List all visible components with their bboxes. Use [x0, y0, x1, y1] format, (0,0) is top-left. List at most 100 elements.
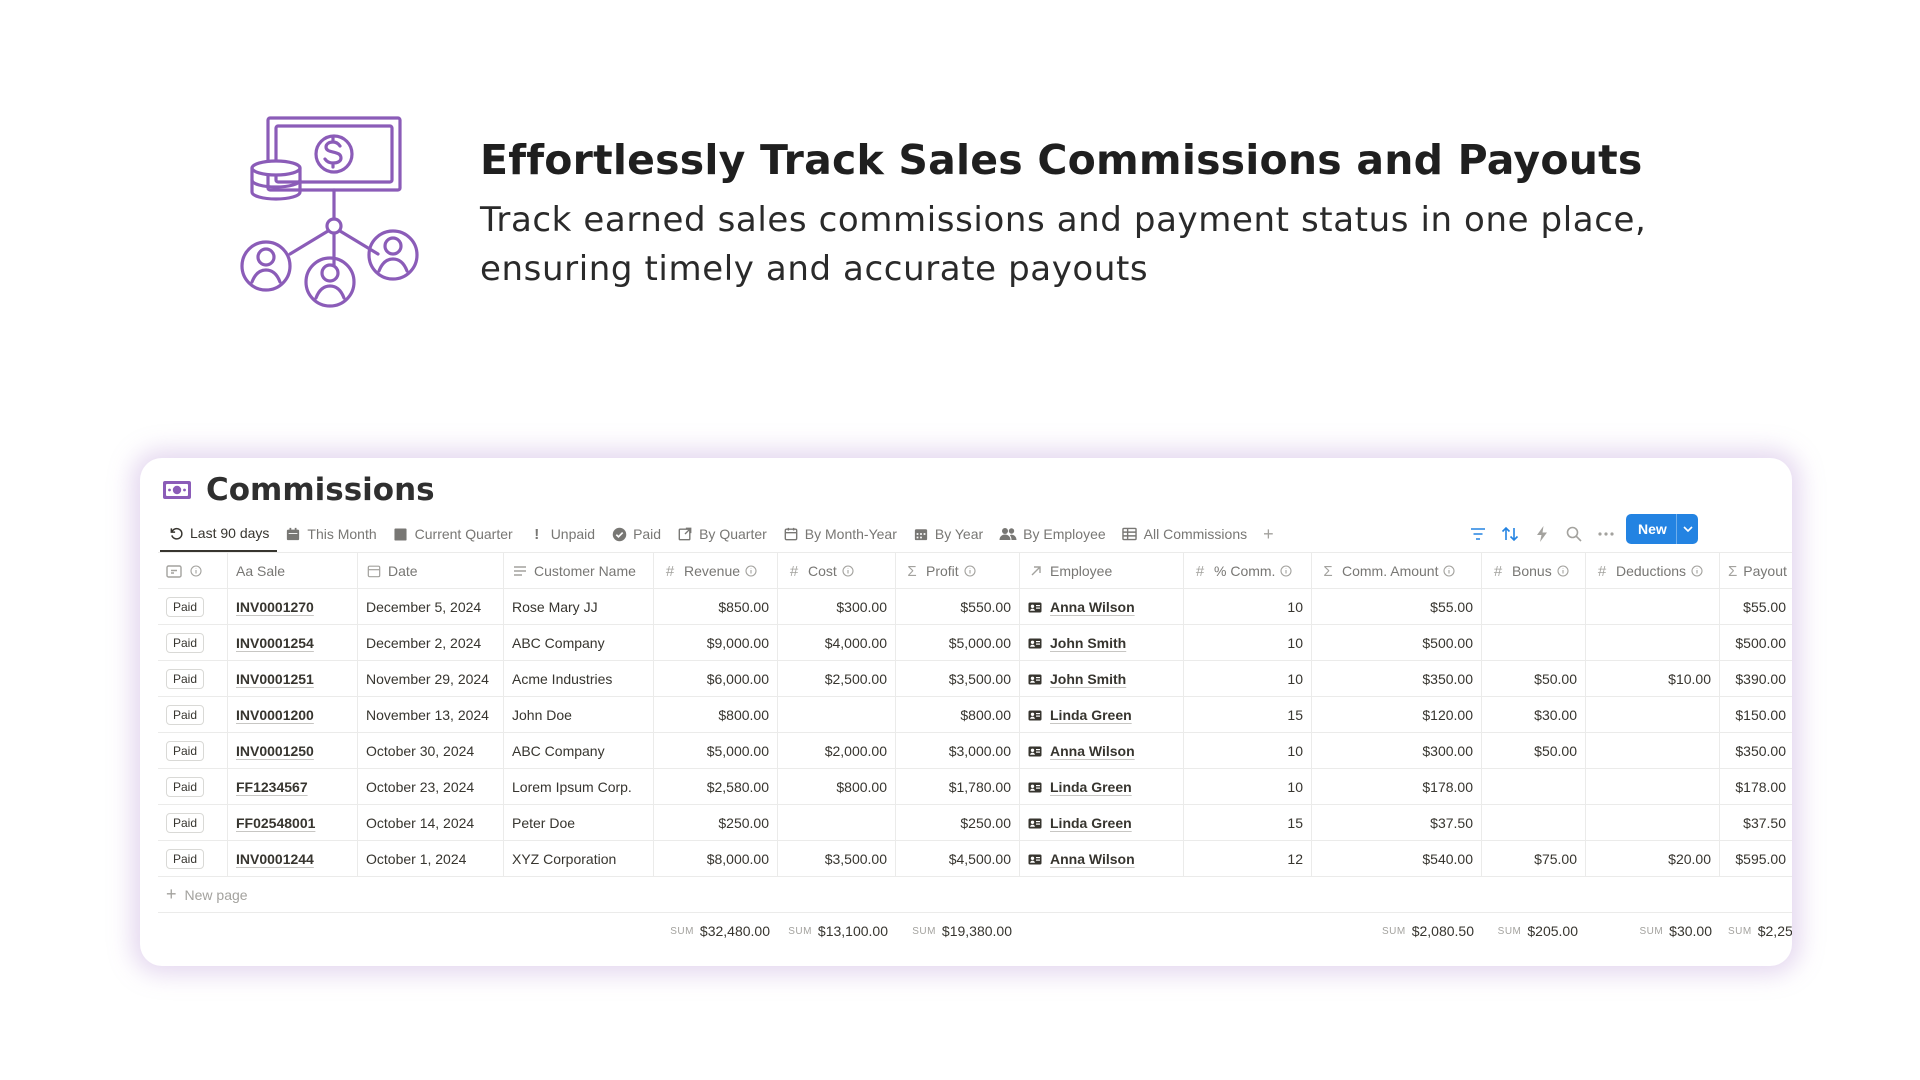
cell-sale[interactable]: FF1234567	[228, 769, 358, 805]
tab-by-year[interactable]: By Year	[905, 516, 991, 552]
cell-employee[interactable]: Anna Wilson	[1020, 841, 1184, 877]
employee-link[interactable]: Anna Wilson	[1028, 743, 1135, 759]
cell-customer[interactable]: ABC Company	[504, 733, 654, 769]
cell-sale[interactable]: INV0001200	[228, 697, 358, 733]
cell-cost[interactable]: $300.00	[778, 589, 896, 625]
cell-date[interactable]: October 1, 2024	[358, 841, 504, 877]
cell-revenue[interactable]: $2,580.00	[654, 769, 778, 805]
tab-current-quarter[interactable]: Current Quarter	[385, 516, 521, 552]
cell-cost[interactable]: $2,000.00	[778, 733, 896, 769]
new-button[interactable]: New	[1626, 514, 1698, 544]
cell-bonus[interactable]: $30.00	[1482, 697, 1586, 733]
cell-employee[interactable]: John Smith	[1020, 625, 1184, 661]
cell-revenue[interactable]: $5,000.00	[654, 733, 778, 769]
cell-payout[interactable]: $350.00	[1720, 733, 1792, 769]
cell-bonus[interactable]: $50.00	[1482, 661, 1586, 697]
cell-sale[interactable]: INV0001251	[228, 661, 358, 697]
employee-link[interactable]: Linda Green	[1028, 815, 1132, 831]
column-header-payout[interactable]: Σ Payout	[1720, 553, 1792, 589]
cell-employee[interactable]: John Smith	[1020, 661, 1184, 697]
cell-date[interactable]: December 2, 2024	[358, 625, 504, 661]
table-row[interactable]: Paid INV0001244 October 1, 2024 XYZ Corpora…	[158, 841, 1792, 877]
column-header-deductions[interactable]: # Deductions	[1586, 553, 1720, 589]
cell-status[interactable]: Paid	[158, 769, 228, 805]
cell-revenue[interactable]: $9,000.00	[654, 625, 778, 661]
table-row[interactable]: Paid INV0001254 December 2, 2024 ABC Compan…	[158, 625, 1792, 661]
cell-cost[interactable]: $800.00	[778, 769, 896, 805]
cell-status[interactable]: Paid	[158, 697, 228, 733]
cell-bonus[interactable]: $75.00	[1482, 841, 1586, 877]
cell-comm[interactable]: $178.00	[1312, 769, 1482, 805]
cell-revenue[interactable]: $850.00	[654, 589, 778, 625]
tab-this-month[interactable]: This Month	[277, 516, 384, 552]
cell-payout[interactable]: $500.00	[1720, 625, 1792, 661]
cell-comm[interactable]: $37.50	[1312, 805, 1482, 841]
cell-deductions[interactable]: $20.00	[1586, 841, 1720, 877]
cell-employee[interactable]: Linda Green	[1020, 769, 1184, 805]
cell-status[interactable]: Paid	[158, 841, 228, 877]
column-header-status[interactable]	[158, 553, 228, 589]
cell-customer[interactable]: Lorem Ipsum Corp.	[504, 769, 654, 805]
cell-sale[interactable]: INV0001270	[228, 589, 358, 625]
cell-deductions[interactable]	[1586, 589, 1720, 625]
cell-revenue[interactable]: $800.00	[654, 697, 778, 733]
cell-pct[interactable]: 10	[1184, 769, 1312, 805]
automation-icon[interactable]	[1526, 520, 1558, 548]
cell-payout[interactable]: $595.00	[1720, 841, 1792, 877]
cell-customer[interactable]: Acme Industries	[504, 661, 654, 697]
cell-revenue[interactable]: $8,000.00	[654, 841, 778, 877]
cell-pct[interactable]: 10	[1184, 625, 1312, 661]
cell-comm[interactable]: $55.00	[1312, 589, 1482, 625]
employee-link[interactable]: John Smith	[1028, 671, 1126, 687]
cell-sale[interactable]: INV0001250	[228, 733, 358, 769]
employee-link[interactable]: Linda Green	[1028, 779, 1132, 795]
cell-sale[interactable]: INV0001244	[228, 841, 358, 877]
cell-status[interactable]: Paid	[158, 733, 228, 769]
cell-employee[interactable]: Anna Wilson	[1020, 589, 1184, 625]
cell-date[interactable]: October 14, 2024	[358, 805, 504, 841]
cell-deductions[interactable]	[1586, 697, 1720, 733]
cell-comm[interactable]: $120.00	[1312, 697, 1482, 733]
cell-employee[interactable]: Linda Green	[1020, 805, 1184, 841]
cell-cost[interactable]: $3,500.00	[778, 841, 896, 877]
cell-date[interactable]: November 13, 2024	[358, 697, 504, 733]
cell-comm[interactable]: $540.00	[1312, 841, 1482, 877]
search-icon[interactable]	[1558, 520, 1590, 548]
cell-cost[interactable]: $2,500.00	[778, 661, 896, 697]
cell-deductions[interactable]: $10.00	[1586, 661, 1720, 697]
cell-employee[interactable]: Linda Green	[1020, 697, 1184, 733]
table-row[interactable]: Paid FF02548001 October 14, 2024 Peter Doe $…	[158, 805, 1792, 841]
cell-date[interactable]: November 29, 2024	[358, 661, 504, 697]
tab-all-commissions[interactable]: All Commissions	[1114, 516, 1255, 552]
cell-profit[interactable]: $250.00	[896, 805, 1020, 841]
cell-revenue[interactable]: $6,000.00	[654, 661, 778, 697]
cell-customer[interactable]: ABC Company	[504, 625, 654, 661]
cell-date[interactable]: October 30, 2024	[358, 733, 504, 769]
cell-customer[interactable]: Rose Mary JJ	[504, 589, 654, 625]
cell-profit[interactable]: $3,500.00	[896, 661, 1020, 697]
cell-profit[interactable]: $3,000.00	[896, 733, 1020, 769]
tab-by-employee[interactable]: By Employee	[991, 516, 1113, 552]
cell-payout[interactable]: $150.00	[1720, 697, 1792, 733]
filter-icon[interactable]	[1462, 520, 1494, 548]
cell-deductions[interactable]	[1586, 805, 1720, 841]
cell-profit[interactable]: $4,500.00	[896, 841, 1020, 877]
cell-profit[interactable]: $550.00	[896, 589, 1020, 625]
column-header-date[interactable]: Date	[358, 553, 504, 589]
column-header-sale[interactable]: Aa Sale	[228, 553, 358, 589]
cell-pct[interactable]: 12	[1184, 841, 1312, 877]
column-header-revenue[interactable]: # Revenue	[654, 553, 778, 589]
column-header-profit[interactable]: Σ Profit	[896, 553, 1020, 589]
cell-deductions[interactable]	[1586, 625, 1720, 661]
cell-cost[interactable]: $4,000.00	[778, 625, 896, 661]
cell-pct[interactable]: 10	[1184, 661, 1312, 697]
cell-payout[interactable]: $390.00	[1720, 661, 1792, 697]
cell-profit[interactable]: $5,000.00	[896, 625, 1020, 661]
cell-bonus[interactable]	[1482, 769, 1586, 805]
cell-employee[interactable]: Anna Wilson	[1020, 733, 1184, 769]
column-header-bonus[interactable]: # Bonus	[1482, 553, 1586, 589]
cell-customer[interactable]: John Doe	[504, 697, 654, 733]
employee-link[interactable]: Anna Wilson	[1028, 851, 1135, 867]
table-row[interactable]: Paid FF1234567 October 23, 2024 Lorem Ipsum…	[158, 769, 1792, 805]
cell-payout[interactable]: $37.50	[1720, 805, 1792, 841]
